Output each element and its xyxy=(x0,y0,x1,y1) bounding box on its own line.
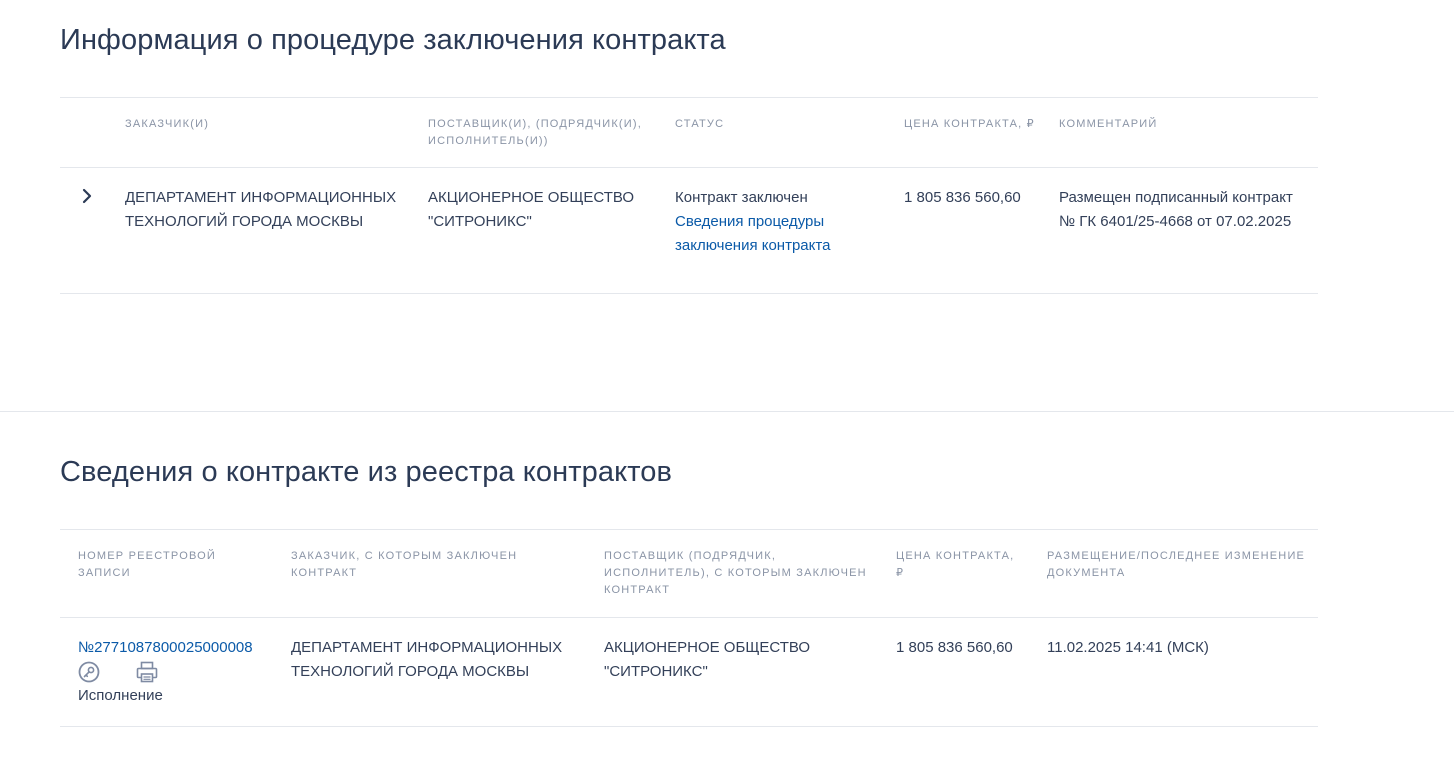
row-comment: Размещен подписанный контракт № ГК 6401/… xyxy=(1059,189,1293,230)
row-price: 1 805 836 560,60 xyxy=(904,189,1021,206)
row-supplier: АКЦИОНЕРНОЕ ОБЩЕСТВО "СИТРОНИКС" xyxy=(604,639,811,680)
row-customer: ДЕПАРТАМЕНТ ИНФОРМАЦИОННЫХ ТЕХНОЛОГИЙ ГО… xyxy=(125,189,397,230)
divider xyxy=(60,97,1318,98)
divider xyxy=(60,167,1318,168)
print-icon[interactable] xyxy=(135,660,159,684)
status-text: Контракт заключен xyxy=(675,189,808,206)
row-price: 1 805 836 560,60 xyxy=(896,639,1013,656)
row-customer: ДЕПАРТАМЕНТ ИНФОРМАЦИОННЫХ ТЕХНОЛОГИЙ ГО… xyxy=(291,639,563,680)
registry-title: Сведения о контракте из реестра контракт… xyxy=(60,456,673,488)
row-supplier: АКЦИОНЕРНОЕ ОБЩЕСТВО "СИТРОНИКС" xyxy=(428,189,635,230)
section-divider xyxy=(0,411,1454,412)
chevron-right-icon[interactable] xyxy=(79,186,97,206)
header-price: ЦЕНА КОНТРАКТА, ₽ xyxy=(904,118,1035,130)
procedure-details-link[interactable]: Сведения процедуры заключения контракта xyxy=(675,210,885,258)
row-placement: 11.02.2025 14:41 (МСК) xyxy=(1047,639,1209,656)
header-customer: ЗАКАЗЧИК, С КОТОРЫМ ЗАКЛЮЧЕН КОНТРАКТ xyxy=(291,550,518,579)
header-price: ЦЕНА КОНТРАКТА, ₽ xyxy=(896,550,1015,579)
header-status: СТАТУС xyxy=(675,118,725,130)
execution-status-label: Исполнение xyxy=(78,687,163,704)
divider xyxy=(60,726,1318,727)
procedure-title: Информация о процедуре заключения контра… xyxy=(60,24,726,56)
divider xyxy=(60,617,1318,618)
header-customer: ЗАКАЗЧИК(И) xyxy=(125,118,210,130)
header-placement: РАЗМЕЩЕНИЕ/ПОСЛЕДНЕЕ ИЗМЕНЕНИЕ ДОКУМЕНТА xyxy=(1047,550,1306,579)
key-icon[interactable] xyxy=(77,660,101,684)
header-number: НОМЕР РЕЕСТРОВОЙ ЗАПИСИ xyxy=(78,550,216,579)
registry-number-link[interactable]: №2771087800025000008 xyxy=(78,636,253,660)
row-status: Контракт заключен Сведения процедуры зак… xyxy=(675,186,885,258)
header-supplier: ПОСТАВЩИК(И), (ПОДРЯДЧИК(И), ИСПОЛНИТЕЛЬ… xyxy=(428,118,643,147)
divider xyxy=(60,293,1318,294)
header-supplier: ПОСТАВЩИК (ПОДРЯДЧИК, ИСПОЛНИТЕЛЬ), С КО… xyxy=(604,550,867,596)
header-comment: КОММЕНТАРИЙ xyxy=(1059,118,1158,130)
divider xyxy=(60,529,1318,530)
